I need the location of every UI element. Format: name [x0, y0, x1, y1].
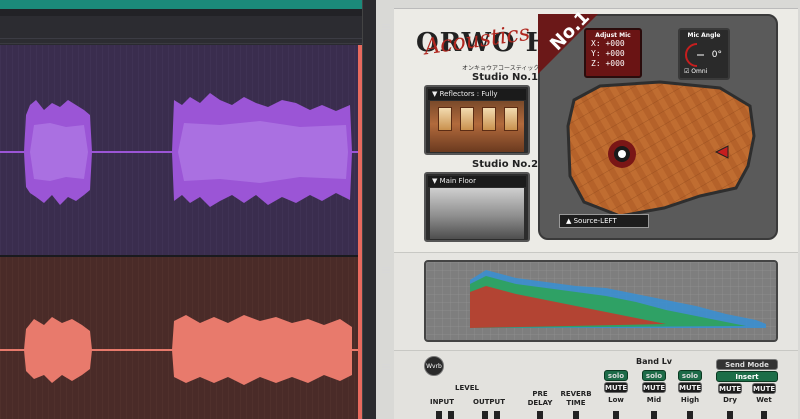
wet-slider[interactable]: [761, 411, 767, 419]
output-slider[interactable]: [482, 411, 488, 419]
panel-menu-icon[interactable]: ≡: [377, 361, 395, 375]
source-select-value: Source-LEFT: [573, 217, 617, 225]
mute-dry-button[interactable]: MUTE: [718, 383, 742, 394]
adjust-mic-title: Adjust Mic: [595, 32, 631, 39]
solo-mid-button[interactable]: solo: [642, 370, 666, 381]
solo-low-button[interactable]: solo: [604, 370, 628, 381]
mic-angle-value: 0°: [711, 50, 722, 60]
studio1-select-value: Reflectors : Fully: [439, 90, 498, 98]
daw-arrange-view: [0, 0, 362, 419]
mid-knob-label: Mid: [646, 396, 662, 404]
band-lv-label: Band Lv: [636, 357, 673, 366]
room-floor-plan: [566, 80, 756, 218]
room-window: [460, 107, 474, 131]
input-slider[interactable]: [436, 411, 442, 419]
level-label: LEVEL: [455, 384, 479, 392]
studio2-image: [430, 188, 524, 239]
low-knob-label: Low: [608, 396, 624, 404]
pre-delay-knob-label: PRE DELAY: [527, 390, 553, 407]
studio1-label: Studio No.1: [472, 72, 539, 83]
studio2-preset-box[interactable]: ▼ Main Floor: [424, 172, 530, 242]
mic-angle-dial-icon[interactable]: [684, 42, 710, 68]
room-window: [438, 107, 452, 131]
source-select[interactable]: ▲ Source-LEFT: [559, 214, 649, 228]
mic-angle-title: Mic Angle: [687, 32, 721, 39]
input-knob-label: INPUT: [429, 398, 455, 406]
dry-knob-label: Dry: [723, 396, 737, 404]
studio1-select[interactable]: ▼ Reflectors : Fully: [428, 89, 526, 100]
studio2-label: Studio No.2: [472, 159, 539, 170]
low-slider[interactable]: [613, 411, 619, 419]
studio1-preset-box[interactable]: ▼ Reflectors : Fully: [424, 85, 530, 155]
reverb-time-knob-label: REVERB TIME: [560, 390, 592, 407]
high-knob-label: High: [680, 396, 700, 404]
mute-mid-button[interactable]: MUTE: [642, 382, 666, 393]
ruler-divider: [0, 38, 362, 39]
audio-track-2-waveform[interactable]: [0, 257, 358, 419]
reverb-time-slider[interactable]: [573, 411, 579, 419]
send-mode-button[interactable]: Send Mode: [716, 359, 778, 370]
plugin-logo-subtitle: オンキョウアコースティック: [462, 65, 540, 72]
decay-visualization: [426, 262, 776, 340]
pre-delay-slider[interactable]: [537, 411, 543, 419]
omni-checkbox[interactable]: ☑ Omni: [684, 68, 707, 75]
wverb-logo: Wvrb: [424, 356, 444, 376]
input-slider-r[interactable]: [448, 411, 454, 419]
wet-knob-label: Wet: [756, 396, 772, 404]
insert-mode-button[interactable]: Insert: [716, 371, 778, 382]
daw-top-bar: [0, 0, 362, 9]
room-window: [482, 107, 496, 131]
studio1-image: [430, 101, 524, 152]
mute-high-button[interactable]: MUTE: [678, 382, 702, 393]
solo-high-button[interactable]: solo: [678, 370, 702, 381]
plugin-window: ORWO HAUS Acoustics オンキョウアコースティック Studio…: [376, 0, 800, 419]
audio-track-1-waveform[interactable]: [0, 45, 358, 255]
mute-low-button[interactable]: MUTE: [604, 382, 628, 393]
omni-label: Omni: [691, 68, 708, 75]
room-floor-panel[interactable]: [538, 14, 778, 240]
reverb-decay-graph: [424, 260, 778, 342]
room-window: [504, 107, 518, 131]
adjust-mic-box[interactable]: Adjust Mic X: +000 Y: +000 Z: +000: [584, 28, 642, 78]
plugin-window-edge: [362, 0, 376, 419]
waveform-1: [0, 45, 358, 255]
dry-slider[interactable]: [727, 411, 733, 419]
panel-menu-icon[interactable]: ≡: [377, 21, 395, 35]
mute-wet-button[interactable]: MUTE: [752, 383, 776, 394]
mic-angle-box[interactable]: Mic Angle 0° ☑ Omni: [678, 28, 730, 80]
mic-x-value[interactable]: X: +000: [586, 39, 640, 49]
studio2-select[interactable]: ▼ Main Floor: [428, 176, 526, 187]
mic-z-value[interactable]: Z: +000: [586, 59, 640, 69]
waveform-2: [0, 257, 358, 419]
studio2-select-value: Main Floor: [439, 177, 476, 185]
mic-y-value[interactable]: Y: +000: [586, 49, 640, 59]
mid-slider[interactable]: [651, 411, 657, 419]
panel-menu-icon[interactable]: ≡: [377, 264, 395, 278]
screen: ORWO HAUS Acoustics オンキョウアコースティック Studio…: [0, 0, 800, 419]
timeline-ruler[interactable]: [0, 16, 362, 44]
output-knob-label: OUTPUT: [473, 398, 505, 406]
output-slider-r[interactable]: [494, 411, 500, 419]
high-slider[interactable]: [687, 411, 693, 419]
daw-top-bar-dark: [0, 9, 362, 16]
